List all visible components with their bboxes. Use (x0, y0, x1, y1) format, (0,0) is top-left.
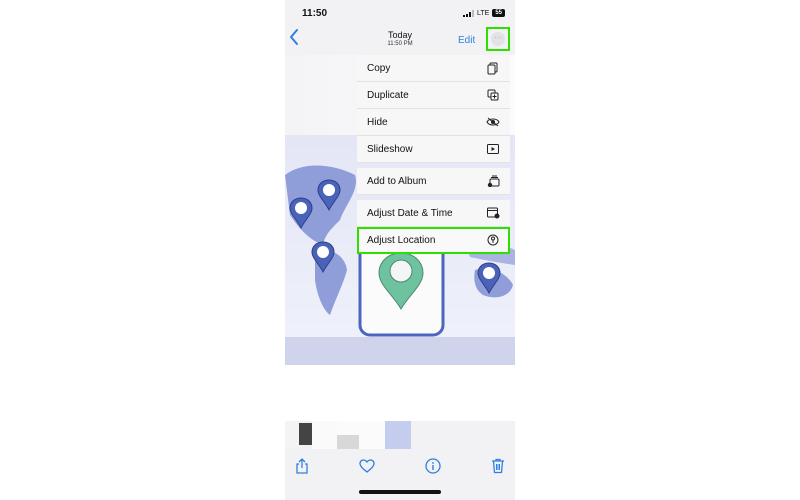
phone-screen: 11:50 LTE 55 Today 11:50 PM Edit ··· Cop… (285, 0, 515, 500)
signal-icon (462, 9, 474, 17)
thumbnail[interactable] (299, 423, 312, 445)
menu-item-hide[interactable]: Hide (357, 109, 510, 136)
copy-icon (486, 61, 500, 75)
status-bar: 11:50 LTE 55 (285, 0, 515, 26)
edit-button[interactable]: Edit (458, 35, 475, 46)
menu-item-copy[interactable]: Copy (357, 55, 510, 82)
menu-item-label: Hide (367, 116, 388, 128)
heart-icon (359, 459, 375, 473)
menu-item-label: Add to Album (367, 175, 427, 187)
thumbnail-selected[interactable] (385, 421, 411, 449)
favorite-button[interactable] (358, 457, 376, 475)
location-circle-icon (486, 233, 500, 247)
menu-item-label: Slideshow (367, 143, 413, 155)
menu-item-label: Adjust Date & Time (367, 207, 453, 219)
share-button[interactable] (293, 457, 311, 475)
photo-bottom-band (285, 337, 515, 365)
more-button[interactable]: ··· (486, 27, 510, 51)
nav-title: Today (387, 30, 413, 40)
nav-bar: Today 11:50 PM Edit ··· (285, 26, 515, 54)
menu-item-slideshow[interactable]: Slideshow (357, 136, 510, 163)
home-indicator[interactable] (359, 490, 441, 494)
thumbnail[interactable] (359, 421, 385, 449)
context-menu: Copy Duplicate Hide Slideshow Add to Alb… (357, 55, 510, 254)
share-icon (296, 458, 308, 474)
add-to-album-icon (486, 174, 500, 188)
bottom-toolbar (285, 449, 515, 485)
thumbnail[interactable] (337, 421, 359, 449)
info-icon (425, 458, 441, 474)
nav-subtitle: 11:50 PM (387, 41, 413, 47)
battery-icon: 55 (492, 9, 505, 17)
trash-icon (492, 458, 504, 474)
menu-item-label: Duplicate (367, 89, 409, 101)
menu-item-label: Adjust Location (367, 234, 436, 246)
thumbnail[interactable] (285, 421, 299, 449)
thumbnail[interactable] (312, 421, 337, 449)
menu-item-adjust-location[interactable]: Adjust Location (357, 227, 510, 254)
status-time: 11:50 (302, 8, 328, 19)
play-rectangle-icon (486, 142, 500, 156)
ellipsis-circle-icon: ··· (491, 32, 505, 46)
menu-item-adjust-date-time[interactable]: Adjust Date & Time (357, 200, 510, 227)
menu-item-duplicate[interactable]: Duplicate (357, 82, 510, 109)
duplicate-icon (486, 88, 500, 102)
menu-item-add-to-album[interactable]: Add to Album (357, 168, 510, 195)
thumbnail-strip (285, 421, 515, 449)
network-label: LTE (476, 9, 490, 17)
info-button[interactable] (424, 457, 442, 475)
eye-slash-icon (486, 115, 500, 129)
menu-item-label: Copy (367, 62, 391, 74)
delete-button[interactable] (489, 457, 507, 475)
calendar-clock-icon (486, 206, 500, 220)
status-indicators: LTE 55 (462, 9, 505, 17)
